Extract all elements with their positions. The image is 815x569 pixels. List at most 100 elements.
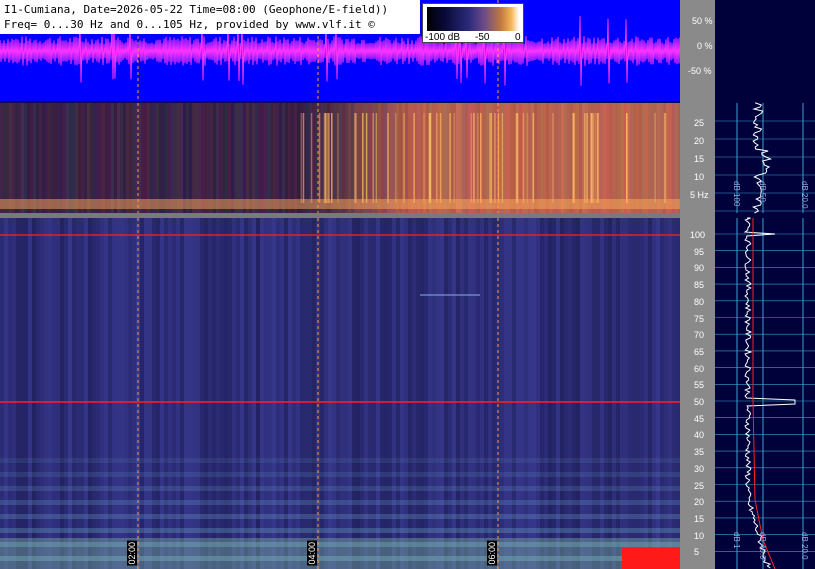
upper-spectrogram-column xyxy=(564,103,567,213)
upper-spectrogram-column xyxy=(213,103,216,213)
upper-spectrogram-column xyxy=(48,103,51,213)
upper-tick-5hz: 5 Hz xyxy=(690,190,709,200)
upper-spectrogram-column xyxy=(54,103,57,213)
side-lower-red-trace xyxy=(752,218,776,569)
upper-spectrogram-column xyxy=(483,103,486,213)
upper-spectrogram-column xyxy=(114,103,117,213)
upper-spectrogram-burst xyxy=(372,113,375,203)
upper-spectrogram-burst xyxy=(532,113,535,203)
upper-spectrogram-burst xyxy=(664,113,667,203)
upper-spectrogram-burst xyxy=(552,113,554,203)
upper-spectrogram-column xyxy=(261,103,264,213)
upper-spectrogram-burst xyxy=(489,113,491,203)
upper-spectrogram-column xyxy=(321,103,324,213)
upper-spectrogram-column xyxy=(390,103,393,213)
upper-spectrogram-column xyxy=(177,103,180,213)
lower-tick-80: 80 xyxy=(694,296,705,307)
upper-spectrogram-burst xyxy=(654,113,656,203)
lower-tick-5: 5 xyxy=(694,547,700,558)
upper-spectrogram-column xyxy=(339,103,342,213)
upper-spectrogram-column xyxy=(57,103,60,213)
time-label-0400: 04:00 xyxy=(307,541,317,566)
upper-spectrogram-burst xyxy=(595,113,597,203)
upper-spectrogram-column xyxy=(15,103,18,213)
upper-spectrogram-column xyxy=(72,103,75,213)
upper-spectrogram-burst xyxy=(477,113,479,203)
lower-tick-35: 35 xyxy=(694,447,705,458)
upper-spectrogram-burst xyxy=(572,113,575,203)
upper-spectrogram-column xyxy=(159,103,162,213)
upper-spectrogram-column xyxy=(126,103,129,213)
upper-spectrogram-column xyxy=(369,103,372,213)
upper-spectrogram-column xyxy=(18,103,21,213)
upper-spectrogram-column xyxy=(306,103,309,213)
upper-spectrogram-column xyxy=(264,103,267,213)
upper-spectrogram-column xyxy=(174,103,177,213)
upper-spectrogram-column xyxy=(141,103,144,213)
upper-spectrogram-column xyxy=(417,103,420,213)
lower-low-band xyxy=(0,538,680,569)
upper-spectrogram-column xyxy=(420,103,423,213)
side-upper-label-2: dB 50 xyxy=(758,181,767,202)
upper-spectrogram-burst xyxy=(326,113,328,203)
lower-tick-65: 65 xyxy=(694,346,705,357)
upper-spectrogram-column xyxy=(33,103,36,213)
upper-spectrogram-column xyxy=(255,103,258,213)
upper-spectrogram-column xyxy=(21,103,24,213)
upper-spectrogram-column xyxy=(579,103,582,213)
upper-spectrogram-column xyxy=(312,103,315,213)
upper-spectrogram-burst xyxy=(403,113,405,203)
waveform-tick-minus50: -50 % xyxy=(688,66,712,76)
header-info: I1-Cumiana, Date=2026-05-22 Time=08:00 (… xyxy=(0,0,420,34)
lower-hot-region xyxy=(622,548,680,569)
upper-spectrogram-column xyxy=(102,103,105,213)
lower-tick-45: 45 xyxy=(694,413,705,424)
lower-tick-40: 40 xyxy=(694,430,705,441)
time-label-0600: 06:00 xyxy=(487,541,497,566)
upper-spectrogram-burst xyxy=(328,113,330,203)
upper-spectrogram-column xyxy=(558,103,561,213)
upper-spectrogram-column xyxy=(147,103,150,213)
upper-spectrogram-column xyxy=(465,103,468,213)
upper-spectrogram-burst xyxy=(597,113,600,203)
lower-tick-75: 75 xyxy=(694,313,705,324)
upper-spectrogram-column xyxy=(534,103,537,213)
upper-spectrogram-column xyxy=(252,103,255,213)
upper-spectrogram-column xyxy=(156,103,159,213)
upper-spectrogram-column xyxy=(555,103,558,213)
upper-spectrogram-column xyxy=(378,103,381,213)
lower-freq-axis: 100 95 90 85 80 75 70 65 60 55 50 45 40 35 30 25 20 15 10 5 xyxy=(680,218,715,569)
upper-spectrogram-column xyxy=(456,103,459,213)
upper-spectrogram-column xyxy=(633,103,636,213)
lower-spectrogram-band xyxy=(0,472,680,477)
upper-spectrogram-column xyxy=(519,103,522,213)
upper-spectrogram-column xyxy=(297,103,300,213)
upper-spectrogram-column xyxy=(180,103,183,213)
upper-spectrogram-burst xyxy=(423,113,425,203)
upper-spectrogram-column xyxy=(165,103,168,213)
upper-spectrogram-column xyxy=(537,103,540,213)
upper-spectrogram-burst xyxy=(522,113,525,203)
upper-spectrogram-column xyxy=(150,103,153,213)
upper-spectrogram-column xyxy=(6,103,9,213)
upper-spectrogram-column xyxy=(615,103,618,213)
upper-spectrogram-column xyxy=(93,103,96,213)
lower-tick-50: 50 xyxy=(694,397,705,407)
upper-spectrogram-column xyxy=(561,103,564,213)
upper-spectrogram-column xyxy=(132,103,135,213)
upper-spectrogram-column xyxy=(153,103,156,213)
upper-spectrogram-column xyxy=(636,103,639,213)
upper-spectrogram-column xyxy=(66,103,69,213)
upper-spectrogram-column xyxy=(99,103,102,213)
lower-spectrogram-band xyxy=(0,458,680,463)
upper-spectrogram-burst xyxy=(318,113,321,203)
upper-spectrogram-column xyxy=(222,103,225,213)
upper-spectrogram-column xyxy=(642,103,645,213)
upper-spectrogram-column xyxy=(444,103,447,213)
lower-tick-95: 95 xyxy=(694,246,705,257)
upper-spectrogram-column xyxy=(24,103,27,213)
upper-spectrogram-column xyxy=(201,103,204,213)
upper-spectrogram-image xyxy=(0,103,680,213)
upper-spectrogram-column xyxy=(39,103,42,213)
upper-spectrogram-column xyxy=(120,103,123,213)
